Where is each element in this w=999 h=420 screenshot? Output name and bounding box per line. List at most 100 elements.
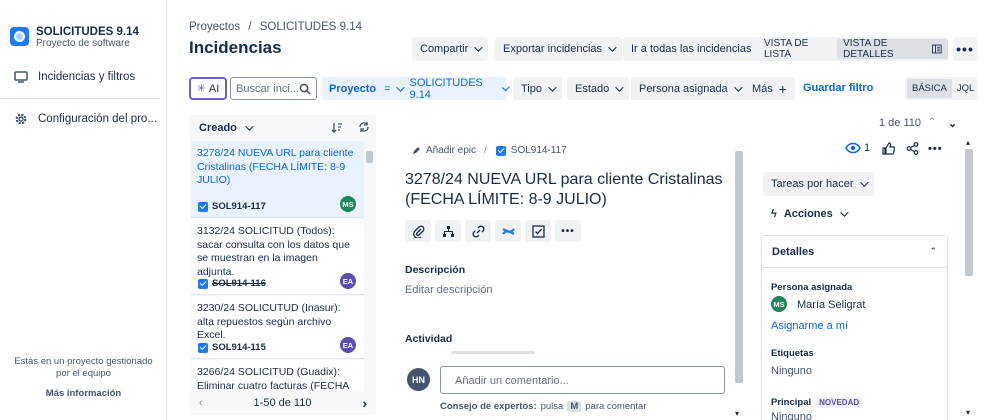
prev-issue-icon[interactable]: ⌃ <box>928 117 936 128</box>
sort-dropdown[interactable]: Creado <box>199 122 254 134</box>
next-issue-icon[interactable]: ⌄ <box>948 117 957 130</box>
status-button[interactable]: Tareas por hacer <box>763 172 874 196</box>
list-item-title: 3266/24 SOLICITUD (Guadix): Eliminar cua… <box>197 366 350 391</box>
assignee-filter-label: Persona asignada <box>639 82 728 95</box>
more-actions-button[interactable]: ••• <box>953 37 977 61</box>
detail-view-icon <box>932 44 942 54</box>
description-editor[interactable]: Editar descripción <box>405 284 492 296</box>
operator-text: = <box>384 82 391 95</box>
list-view-button[interactable]: VISTA DE LISTA <box>756 38 837 60</box>
search-input[interactable]: Buscar inci... <box>230 77 317 100</box>
detail-scrollbar[interactable] <box>735 151 743 383</box>
issue-key[interactable]: SOL914-117 <box>511 145 567 156</box>
issue-title[interactable]: 3278/24 NUEVA URL para cliente Cristalin… <box>405 170 725 210</box>
sidebar-item-configuracion[interactable]: Configuración del pro... <box>0 104 167 134</box>
link-icon <box>471 224 485 238</box>
chevron-down-icon <box>733 82 743 92</box>
watch-button[interactable]: 1 <box>845 142 870 154</box>
project-name[interactable]: SOLICITUDES 9.14 <box>36 26 139 38</box>
sort-order-icon[interactable] <box>331 122 343 133</box>
sidebar-footer-text: Estás en un proyecto gestionado por el e… <box>14 356 153 379</box>
principal-value[interactable]: Ninguno <box>771 411 812 420</box>
more-icon: ••• <box>956 41 974 57</box>
breadcrumb-projects[interactable]: Proyectos <box>189 21 240 33</box>
link-issue-button[interactable] <box>465 220 491 242</box>
scroll-up-icon[interactable]: ▴ <box>966 138 970 147</box>
scroll-down-icon[interactable]: ▾ <box>966 408 970 417</box>
project-filter-operator[interactable]: = <box>384 82 405 95</box>
tip-prefix: Consejo de expertos: <box>440 401 537 412</box>
chevron-down-icon <box>474 43 483 52</box>
all-issues-button[interactable]: Ir a todas las incidencias <box>623 37 760 61</box>
task-type-icon <box>495 145 506 156</box>
hierarchy-icon <box>442 225 454 237</box>
share-icon[interactable] <box>906 142 919 155</box>
tip-mid: pulsa <box>540 401 564 412</box>
labels-value[interactable]: Ninguno <box>771 365 812 377</box>
project-filter-label: Proyecto <box>329 82 377 95</box>
chevron-up-icon: ⌃ <box>929 246 937 256</box>
more-icon[interactable]: ••• <box>928 143 943 155</box>
task-type-icon <box>198 278 208 289</box>
details-title: Detalles <box>772 245 815 258</box>
status-filter[interactable]: Estado <box>567 77 630 100</box>
list-item[interactable]: 3230/24 SOLICUTUD (Inasur): alta repuest… <box>191 296 364 359</box>
attachment-button[interactable] <box>405 220 431 242</box>
list-item-title: 3278/24 NUEVA URL para cliente Cristalin… <box>197 147 354 186</box>
breadcrumb-project[interactable]: SOLICITUDES 9.14 <box>260 21 362 33</box>
detail-view-button[interactable]: VISTA DE DETALLES <box>837 38 948 60</box>
avatar: EA <box>340 337 356 353</box>
scroll-down-icon[interactable]: ▾ <box>735 409 739 418</box>
confluence-button[interactable] <box>495 220 521 242</box>
list-item[interactable]: 3266/24 SOLICITUD (Guadix): Eliminar cua… <box>191 360 364 391</box>
add-epic-link[interactable]: Añadir epic <box>412 145 476 156</box>
project-filter[interactable]: Proyecto = SOLICITUDES 9.14 <box>322 76 510 101</box>
share-button[interactable]: Compartir <box>412 37 489 61</box>
project-filter-value: SOLICITUDES 9.14 <box>409 76 483 101</box>
type-filter[interactable]: Tipo <box>513 77 562 100</box>
child-issue-button[interactable] <box>435 220 461 242</box>
more-info-link[interactable]: Más información <box>0 388 167 400</box>
add-epic-label: Añadir epic <box>426 145 477 156</box>
paperclip-icon <box>412 225 424 238</box>
save-filter-link[interactable]: Guardar filtro <box>803 82 873 94</box>
details-header[interactable]: Detalles ⌃ <box>762 236 947 268</box>
assignee-name[interactable]: María Seligrat <box>797 299 865 311</box>
more-toolbar-button[interactable]: ••• <box>555 220 581 242</box>
page-title: Incidencias <box>189 38 282 57</box>
list-item-key-text: SOL914-116 <box>212 278 266 289</box>
monitor-icon <box>14 71 28 83</box>
actions-button[interactable]: ϟ Acciones <box>771 208 849 220</box>
list-item-title: 3230/24 SOLICUTUD (Inasur): alta repuest… <box>197 302 341 341</box>
assign-to-me-link[interactable]: Asignarme a mí <box>771 320 848 332</box>
status-label: Tareas por hacer <box>771 178 854 190</box>
list-item[interactable]: 3132/24 SOLICITUD (Todos): sacar consult… <box>191 219 364 295</box>
basic-mode-button[interactable]: BÁSICA <box>907 79 952 98</box>
comment-tip: Consejo de expertos: pulsa M para coment… <box>440 401 647 412</box>
confluence-icon <box>501 227 515 235</box>
jql-mode-button[interactable]: JQL <box>952 83 974 94</box>
checklist-button[interactable] <box>525 220 551 242</box>
comment-input[interactable]: Añadir un comentario... <box>440 366 725 394</box>
list-scrollbar[interactable] <box>366 151 373 163</box>
list-item-key-text: SOL914-117 <box>212 201 266 212</box>
pagination-text: 1-50 de 110 <box>253 397 312 409</box>
like-icon[interactable] <box>882 142 895 155</box>
prev-page-icon[interactable]: ‹ <box>199 397 203 409</box>
list-item-key: SOL914-117 <box>198 201 266 212</box>
share-label: Compartir <box>420 43 469 55</box>
next-page-icon[interactable]: › <box>362 395 367 411</box>
export-button[interactable]: Exportar incidencias <box>495 37 623 61</box>
sidebar-item-incidencias[interactable]: Incidencias y filtros <box>0 62 167 92</box>
ai-button[interactable]: ✳ AI <box>189 77 227 100</box>
breadcrumb: Proyectos / SOLICITUDES 9.14 <box>189 21 362 33</box>
right-scrollbar[interactable] <box>965 149 973 276</box>
activity-tabs-placeholder <box>451 351 535 354</box>
sidebar: SOLICITUDES 9.14 Proyecto de software In… <box>0 0 167 420</box>
list-item[interactable]: 3278/24 NUEVA URL para cliente Cristalin… <box>191 141 364 218</box>
refresh-icon[interactable] <box>358 121 370 133</box>
issue-key-breadcrumb: / SOL914-117 <box>484 145 567 156</box>
more-filters-button[interactable]: Más + <box>744 77 795 100</box>
chevron-down-icon <box>839 208 849 217</box>
assignee-filter[interactable]: Persona asignada <box>631 77 748 100</box>
